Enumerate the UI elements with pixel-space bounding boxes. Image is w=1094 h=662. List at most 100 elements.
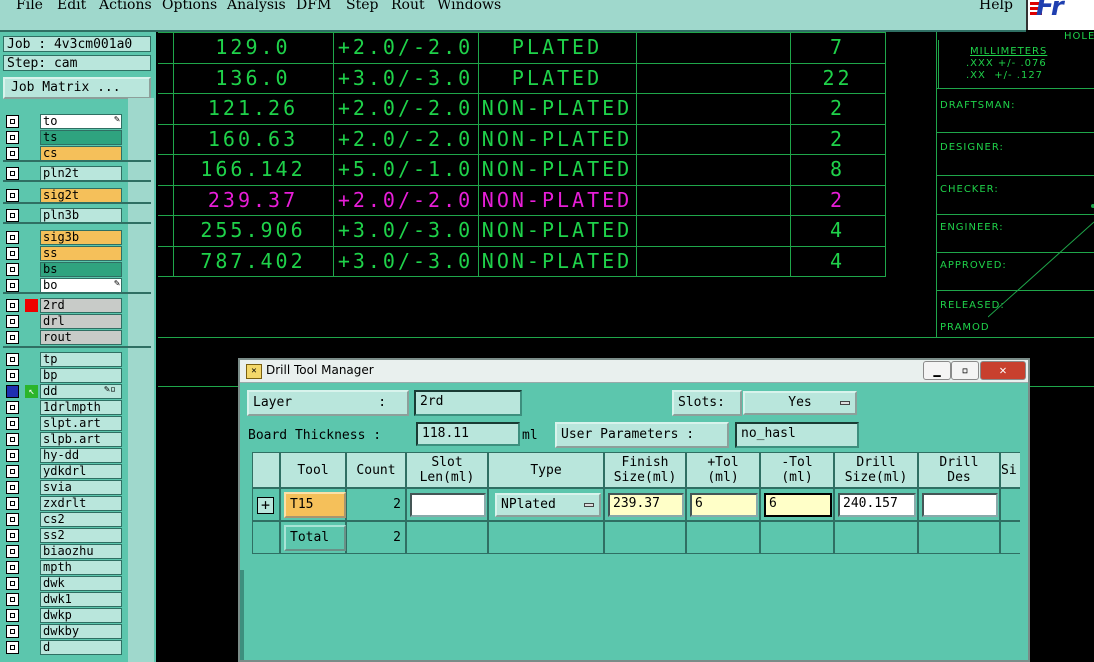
layer-name[interactable]: slpt.art	[40, 416, 122, 431]
layer-checkbox[interactable]	[6, 401, 19, 414]
title-block-tol2: .XX +/- .127	[966, 70, 1044, 81]
layer-checkbox[interactable]	[6, 465, 19, 478]
layer-checkbox[interactable]	[6, 641, 19, 654]
layer-name[interactable]: biaozhu	[40, 544, 122, 559]
layer-name[interactable]: dwk	[40, 576, 122, 591]
menu-actions[interactable]: Actions	[99, 0, 152, 13]
tool-button-t15[interactable]: T15	[284, 492, 346, 518]
layer-name[interactable]: to	[40, 114, 122, 129]
layer-name[interactable]: cs	[40, 146, 122, 161]
layer-checkbox[interactable]	[6, 625, 19, 638]
user-parameters-button[interactable]: User Parameters :	[555, 422, 729, 448]
layer-name[interactable]: sig2t	[40, 188, 122, 203]
layer-name[interactable]: ydkdrl	[40, 464, 122, 479]
layer-checkbox[interactable]	[6, 299, 19, 312]
layer-name[interactable]: pln3b	[40, 208, 122, 223]
job-matrix-button[interactable]: Job Matrix ...	[3, 77, 151, 99]
layer-name[interactable]: rout	[40, 330, 122, 345]
slot-len-input[interactable]	[410, 493, 486, 517]
layer-checkbox[interactable]	[6, 331, 19, 344]
layer-name[interactable]: dwkp	[40, 608, 122, 623]
layer-checkbox[interactable]	[6, 209, 19, 222]
layer-checkbox[interactable]	[6, 417, 19, 430]
expand-plus-icon[interactable]: +	[257, 497, 274, 514]
layer-checkbox[interactable]	[6, 167, 19, 180]
layer-checkbox[interactable]	[6, 497, 19, 510]
layer-name[interactable]: 2rd	[40, 298, 122, 313]
layer-name[interactable]: drl	[40, 314, 122, 329]
layer-checkbox[interactable]	[6, 131, 19, 144]
menu-edit[interactable]: Edit	[57, 0, 86, 13]
layer-checkbox[interactable]	[6, 449, 19, 462]
menu-options[interactable]: Options	[162, 0, 217, 13]
layer-name[interactable]: dwk1	[40, 592, 122, 607]
user-parameters-field[interactable]: no_hasl	[735, 422, 859, 448]
total-cell	[918, 521, 1000, 554]
layer-name[interactable]: 1drlmpth	[40, 400, 122, 415]
layer-name[interactable]: bs	[40, 262, 122, 277]
layer-checkbox[interactable]	[6, 385, 19, 398]
type-dropdown[interactable]: NPlated	[495, 493, 601, 517]
plus-tol-input[interactable]: 6	[690, 493, 758, 517]
layer-checkbox[interactable]	[6, 513, 19, 526]
layer-checkbox[interactable]	[6, 115, 19, 128]
table-grid-line	[636, 32, 637, 276]
layer-checkbox[interactable]	[6, 247, 19, 260]
layer-checkbox[interactable]	[6, 147, 19, 160]
layer-checkbox[interactable]	[6, 481, 19, 494]
menu-analysis[interactable]: Analysis	[227, 0, 286, 13]
total-button[interactable]: Total	[284, 525, 346, 551]
layer-checkbox[interactable]	[6, 433, 19, 446]
menu-windows[interactable]: Windows	[437, 0, 501, 13]
layer-checkbox[interactable]	[6, 263, 19, 276]
dialog-title-bar[interactable]: ✕ Drill Tool Manager ▁ ▫ ✕	[240, 360, 1028, 383]
layer-name[interactable]: hy-dd	[40, 448, 122, 463]
drill-size-input[interactable]: 240.157	[838, 493, 916, 517]
minimize-button[interactable]: ▁	[923, 361, 951, 380]
layer-name[interactable]: mpth	[40, 560, 122, 575]
layer-checkbox[interactable]	[6, 545, 19, 558]
layer-checkbox[interactable]	[6, 315, 19, 328]
layer-name[interactable]: sig3b	[40, 230, 122, 245]
layer-name[interactable]: ts	[40, 130, 122, 145]
layer-name[interactable]: zxdrlt	[40, 496, 122, 511]
drill-des-input[interactable]	[922, 493, 998, 517]
layer-checkbox[interactable]	[6, 353, 19, 366]
menu-step[interactable]: Step	[346, 0, 378, 13]
slots-dropdown[interactable]: Yes	[743, 391, 857, 415]
layer-checkbox[interactable]	[6, 577, 19, 590]
layer-name[interactable]: cs2	[40, 512, 122, 527]
layer-checkbox[interactable]	[6, 609, 19, 622]
layer-checkbox[interactable]	[6, 231, 19, 244]
maximize-button[interactable]: ▫	[951, 361, 979, 380]
layer-name[interactable]: ss2	[40, 528, 122, 543]
layer-checkbox[interactable]	[6, 593, 19, 606]
layer-name[interactable]: dwkby	[40, 624, 122, 639]
layer-name[interactable]: d	[40, 640, 122, 655]
close-button[interactable]: ✕	[980, 361, 1026, 380]
table-grid-line	[158, 154, 886, 155]
layer-checkbox[interactable]	[6, 369, 19, 382]
layer-name[interactable]: pln2t	[40, 166, 122, 181]
layer-checkbox[interactable]	[6, 529, 19, 542]
layer-checkbox[interactable]	[6, 189, 19, 202]
job-name: Job : 4v3cm001a0	[3, 36, 151, 52]
finish-size-input[interactable]: 239.37	[608, 493, 684, 517]
table-grid-line	[158, 63, 886, 64]
layer-name[interactable]: bp	[40, 368, 122, 383]
layer-name[interactable]: ss	[40, 246, 122, 261]
minus-tol-input[interactable]: 6	[764, 493, 832, 517]
layer-name[interactable]: tp	[40, 352, 122, 367]
layer-name[interactable]: slpb.art	[40, 432, 122, 447]
layer-name[interactable]: svia	[40, 480, 122, 495]
thickness-field[interactable]: 118.11	[416, 422, 520, 446]
menu-rout[interactable]: Rout	[391, 0, 425, 13]
menu-file[interactable]: File	[16, 0, 43, 13]
column-header-drill-des: Drill Des	[918, 452, 1000, 488]
layer-checkbox[interactable]	[6, 561, 19, 574]
menu-help[interactable]: Help	[979, 0, 1013, 13]
menu-dfm[interactable]: DFM	[296, 0, 331, 13]
layer-field[interactable]: 2rd	[414, 390, 522, 416]
layer-name[interactable]: bo	[40, 278, 122, 293]
layer-checkbox[interactable]	[6, 279, 19, 292]
